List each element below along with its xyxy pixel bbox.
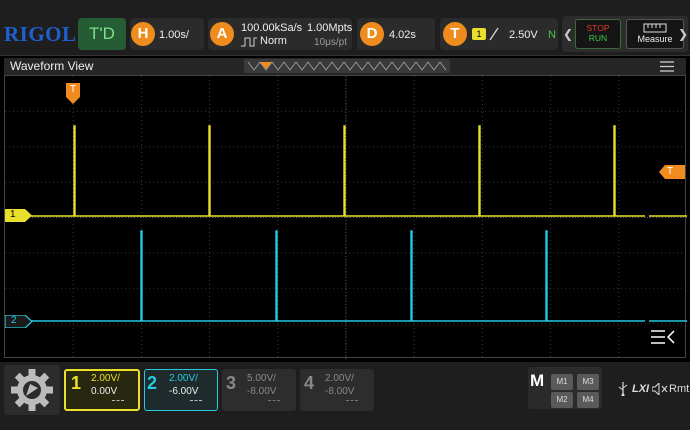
channel-1-marker-label: 1 <box>10 209 16 220</box>
math-m4-button[interactable]: M4 <box>577 392 599 408</box>
stop-run-button[interactable]: STOP RUN <box>575 19 621 49</box>
channel-1-number: 1 <box>71 373 82 393</box>
time-per-point: 10μs/pt <box>314 37 348 48</box>
trigger-badge[interactable]: T <box>443 22 467 46</box>
trigger-position-label: T <box>69 84 77 95</box>
waveform-grid[interactable]: T T 1 2 <box>4 75 687 359</box>
channel-1-scale: 2.00V/ <box>91 373 120 384</box>
trigger-level-label: T <box>667 166 674 177</box>
rising-edge-icon <box>489 27 499 41</box>
memory-position-indicator[interactable] <box>244 59 450 73</box>
timebase-value: 1.00s/ <box>159 29 189 41</box>
channel-3-coupling-icon <box>268 400 280 401</box>
math-m3-button[interactable]: M3 <box>577 374 599 390</box>
channel-4-scale: 2.00V/ <box>325 373 354 384</box>
horizontal-badge[interactable]: H <box>131 22 155 46</box>
right-arrow-icon[interactable]: ❯ <box>678 27 688 41</box>
menu-icon[interactable] <box>660 61 674 72</box>
acquire-mode-icon <box>241 37 257 47</box>
channel-3-scale: 5.00V/ <box>247 373 276 384</box>
measure-label: Measure <box>637 34 673 44</box>
top-toolbar: RIGOL T'D H 1.00s/ A 100.00kSa/s 1.00Mpt… <box>0 0 690 56</box>
math-m2-button[interactable]: M2 <box>551 392 573 408</box>
waveform-canvas <box>5 76 687 359</box>
trigger-coupling: N <box>548 29 556 41</box>
stop-label: STOP <box>586 23 610 33</box>
rigol-logo: RIGOL <box>4 22 77 46</box>
channel-2-number: 2 <box>147 373 158 393</box>
channel-2-scale: 2.00V/ <box>169 373 198 384</box>
collapse-menu-icon[interactable] <box>651 328 675 346</box>
speaker-muted-icon[interactable] <box>652 383 668 395</box>
graticule <box>5 76 687 359</box>
trigger-source-badge: 1 <box>472 28 486 40</box>
remote-status: Rmt <box>669 383 690 395</box>
trigger-status-badge[interactable]: T'D <box>78 18 126 50</box>
channel-2-offset-marker[interactable] <box>5 315 33 328</box>
channel-3-offset: -8.00V <box>247 386 277 397</box>
channel-2-offset: -6.00V <box>169 386 199 397</box>
home-menu-button[interactable] <box>4 365 60 415</box>
trigger-level: 2.50V <box>509 29 538 41</box>
delay-value: 4.02s <box>389 29 416 41</box>
acquire-mode: Norm <box>260 35 287 47</box>
acquire-badge[interactable]: A <box>210 22 234 46</box>
channel-4-number: 4 <box>304 373 315 393</box>
channel-2-marker-label: 2 <box>11 315 17 326</box>
left-arrow-icon[interactable]: ❮ <box>563 27 573 41</box>
channel-3-number: 3 <box>226 373 237 393</box>
channel-1-coupling-icon <box>112 400 124 401</box>
math-m1-button[interactable]: M1 <box>551 374 573 390</box>
lxi-status: LXI <box>632 383 650 395</box>
settings-gear-icon <box>11 369 53 411</box>
channel-1-offset: 0.00V <box>91 386 118 397</box>
usb-icon <box>618 382 628 396</box>
run-label: RUN <box>588 33 608 43</box>
measure-button[interactable]: Measure <box>626 19 684 49</box>
memory-depth: 1.00Mpts <box>307 22 353 34</box>
channel-2-coupling-icon <box>190 400 202 401</box>
waveform-view-header: Waveform View <box>4 58 686 75</box>
math-badge[interactable]: M <box>530 371 544 391</box>
delay-badge[interactable]: D <box>360 22 384 46</box>
ruler-icon <box>643 23 667 33</box>
channel-4-coupling-icon <box>346 400 358 401</box>
waveform-view-title: Waveform View <box>10 59 94 73</box>
sample-rate: 100.00kSa/s <box>241 22 303 34</box>
channel-4-offset: -8.00V <box>325 386 355 397</box>
